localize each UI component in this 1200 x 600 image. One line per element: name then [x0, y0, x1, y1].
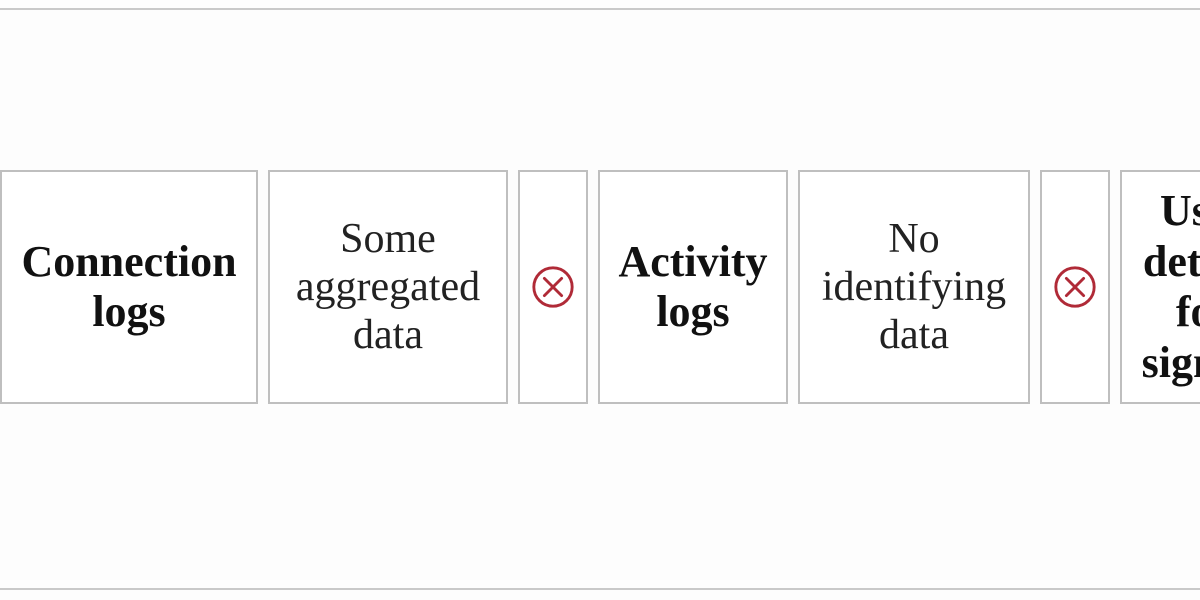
circle-x-icon [1052, 264, 1098, 310]
cell-no-identifying: No identifying data [798, 170, 1030, 404]
cell-status-2 [1040, 170, 1110, 404]
page: Connection logs Some aggregated data Act… [0, 0, 1200, 600]
cell-user-details: User details for signup [1120, 170, 1200, 404]
cell-label: Activity logs [608, 237, 778, 338]
cell-connection-logs: Connection logs [0, 170, 258, 404]
cell-label: Connection logs [10, 237, 248, 338]
table-row: Connection logs Some aggregated data Act… [0, 170, 1200, 404]
divider-top [0, 8, 1200, 10]
cell-activity-logs: Activity logs [598, 170, 788, 404]
cell-status-1 [518, 170, 588, 404]
cell-some-aggregated: Some aggregated data [268, 170, 508, 404]
divider-bottom [0, 588, 1200, 590]
cell-label: User details for signup [1130, 186, 1200, 388]
circle-x-icon [530, 264, 576, 310]
cell-label: Some aggregated data [278, 215, 498, 360]
cell-label: No identifying data [808, 215, 1020, 360]
